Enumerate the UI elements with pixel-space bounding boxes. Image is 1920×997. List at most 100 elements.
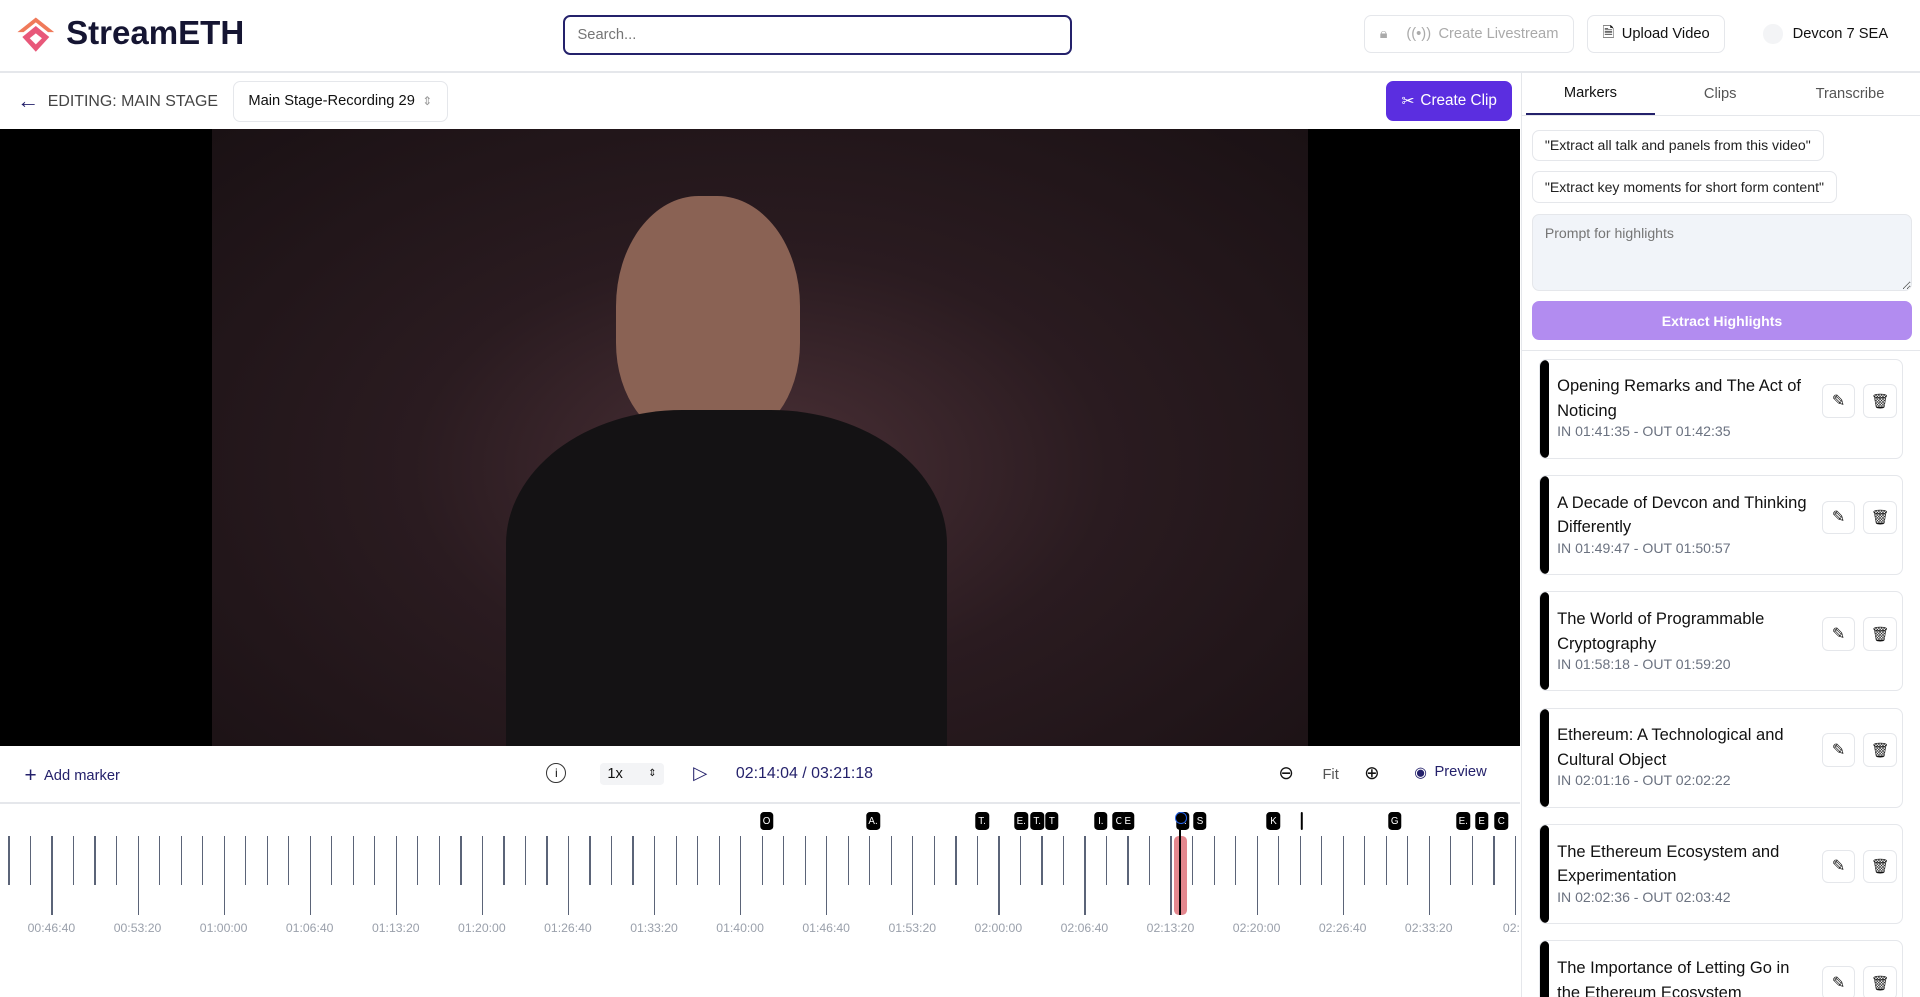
search-input[interactable] [563,14,1072,56]
time-tick-label: 01:06:40 [285,920,334,935]
org-selector[interactable]: Devcon 7 SEA [1763,24,1888,45]
minor-tick [1450,836,1452,886]
timeline-marker[interactable]: I. [1094,811,1108,831]
marker-time: IN 01:41:35 - OUT 01:42:35 [1557,423,1731,440]
upload-video-button[interactable]: 🗎 Upload Video [1586,14,1726,54]
speed-value: 1x [607,765,623,782]
marker-card[interactable]: The World of Programmable Cryptography I… [1538,591,1904,692]
minor-tick [783,836,785,886]
info-icon[interactable]: i [546,762,567,784]
minor-tick [94,836,96,886]
suggestion-chip[interactable]: "Extract key moments for short form cont… [1531,171,1838,203]
brand-name: StreamETH [66,15,245,53]
playhead[interactable] [1178,811,1182,915]
minor-tick [1192,836,1194,886]
time-tick-label: 02:00:00 [974,920,1023,935]
minor-tick [245,836,247,886]
edit-button[interactable]: ✎ [1821,616,1856,651]
marker-card[interactable]: A Decade of Devcon and Thinking Differen… [1538,475,1904,576]
prompt-input[interactable] [1531,214,1913,292]
timeline-marker[interactable]: G [1387,811,1402,831]
timeline-marker[interactable]: E. [1014,811,1028,831]
minor-tick [72,836,75,886]
time-tick-label: 01:33:20 [630,920,678,935]
marker-card[interactable]: The Importance of Letting Go in the Ethe… [1538,940,1904,997]
minor-tick [524,836,527,886]
playhead-handle[interactable] [1175,811,1187,824]
delete-button[interactable]: 🗑︎ [1863,616,1898,651]
time-tick-label: 01:26:40 [544,920,592,935]
pencil-icon: ✎ [1831,974,1846,992]
timeline-marker[interactable]: E. [1456,811,1470,831]
delete-button[interactable]: 🗑︎ [1863,733,1898,768]
divider [1521,350,1920,352]
major-tick [912,836,914,915]
timeline-marker[interactable]: K [1266,811,1281,831]
marker-card[interactable]: The Ethereum Ecosystem and Experimentati… [1538,824,1904,925]
marker-color-bar [1539,825,1549,924]
marker-card[interactable]: Ethereum: A Technological and Cultural O… [1538,707,1904,808]
minor-tick [546,836,548,886]
minor-tick [1235,836,1237,886]
timeline-marker[interactable]: E [1474,811,1489,831]
back-arrow-icon[interactable]: ← [17,88,39,114]
delete-button[interactable]: 🗑︎ [1863,965,1898,997]
timeline[interactable]: 00:46:40 00:53:20 01:00:00 01:06:40 01:13:20… [0,804,1520,996]
create-livestream-button[interactable]: 🔒︎ ((•)) Create Livestream [1364,14,1575,54]
major-tick [223,836,225,915]
timeline-marker[interactable]: T. [1030,811,1044,831]
timeline-marker[interactable]: E [1121,811,1135,831]
preview-label: Preview [1434,764,1487,781]
major-tick [1084,836,1086,915]
video-player[interactable] [0,128,1520,746]
minor-tick [589,836,591,886]
add-marker-button[interactable]: + Add marker [24,764,119,788]
timeline-marker[interactable]: S [1193,811,1207,831]
edit-button[interactable]: ✎ [1821,849,1856,884]
speed-select[interactable]: 1x ⇕ [600,762,664,785]
minor-tick [976,836,979,886]
time-tick-label: 01:46:40 [802,920,850,935]
preview-button[interactable]: ◉ Preview [1414,764,1486,781]
minor-tick [288,836,290,886]
pencil-icon: ✎ [1831,858,1846,876]
time-tick-label: 01:13:20 [371,920,420,935]
delete-button[interactable]: 🗑︎ [1863,384,1898,419]
edit-button[interactable]: ✎ [1821,500,1856,535]
edit-button[interactable]: ✎ [1821,965,1856,997]
create-clip-label: Create Clip [1420,92,1497,110]
timeline-marker[interactable]: A. [866,811,880,831]
zoom-out-icon[interactable]: ⊖ [1278,762,1293,784]
fit-button[interactable]: Fit [1322,767,1338,783]
extract-highlights-button[interactable]: Extract Highlights [1531,301,1913,341]
create-clip-button[interactable]: ✂ Create Clip [1386,80,1513,122]
recording-select[interactable]: Main Stage-Recording 29 ⇕ [232,80,449,122]
suggestion-chip[interactable]: "Extract all talk and panels from this v… [1531,129,1824,162]
marker-time: IN 02:02:36 - OUT 02:03:42 [1557,888,1731,905]
zoom-in-icon[interactable]: ⊕ [1364,762,1379,784]
tab-clips[interactable]: Clips [1655,73,1785,115]
tab-transcribe[interactable]: Transcribe [1785,73,1915,115]
marker-card[interactable]: Opening Remarks and The Act of Noticing … [1538,358,1904,459]
timeline-marker[interactable]: T [1045,811,1059,831]
marker-color-bar [1539,708,1549,807]
timeline-marker[interactable]: C [1494,811,1508,831]
pencil-icon: ✎ [1831,393,1846,411]
minor-tick [761,836,763,886]
eye-icon: ◉ [1414,765,1428,782]
pencil-icon: ✎ [1831,509,1846,527]
major-tick [1342,836,1344,915]
edit-button[interactable]: ✎ [1821,384,1856,419]
tab-markers[interactable]: Markers [1525,73,1656,115]
minor-tick [675,836,677,886]
timeline-marker[interactable]: | [1300,811,1303,831]
timeline-marker[interactable]: O [759,811,774,831]
delete-button[interactable]: 🗑︎ [1863,849,1898,884]
timeline-marker[interactable]: T. [975,811,989,831]
speaker-figure [615,195,800,441]
edit-button[interactable]: ✎ [1821,733,1856,768]
logo[interactable]: StreamETH [15,15,245,54]
delete-button[interactable]: 🗑︎ [1863,500,1898,535]
play-icon[interactable]: ▷ [693,762,707,784]
trash-icon: 🗑︎ [1870,394,1890,411]
